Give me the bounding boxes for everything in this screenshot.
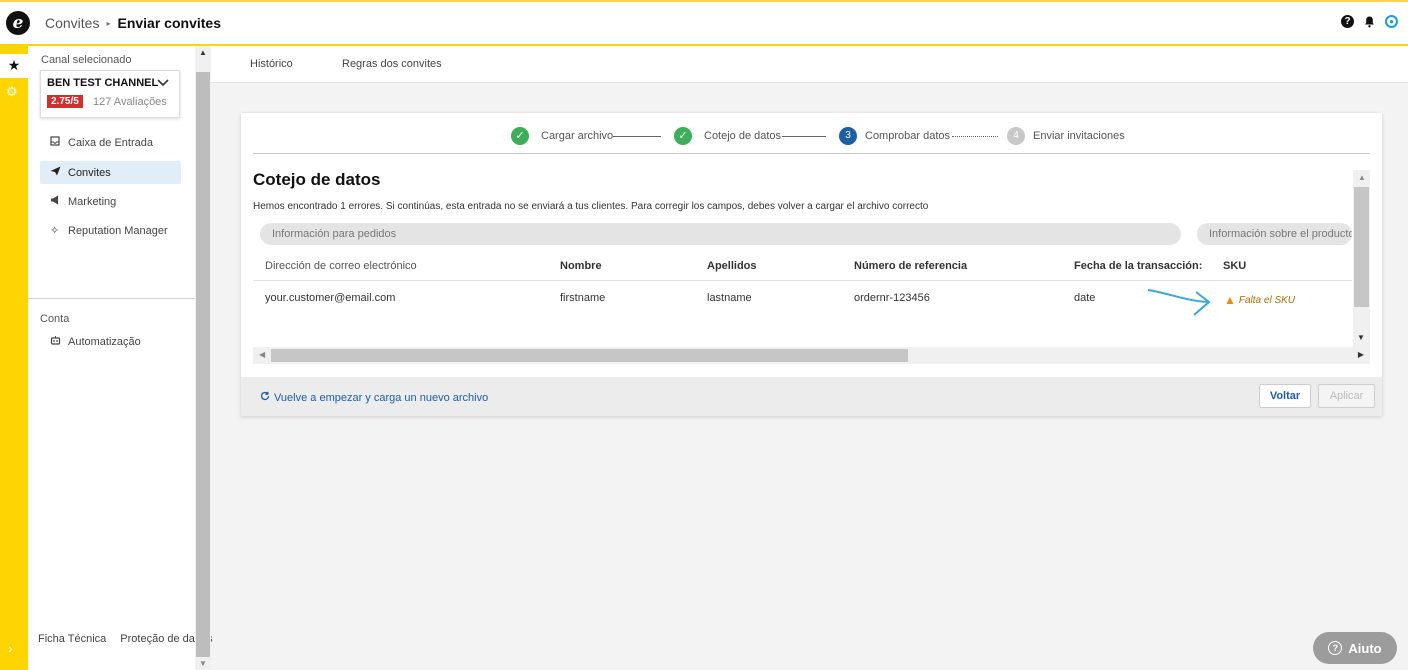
column-header-email: Dirección de correo electrónico xyxy=(265,260,417,272)
breadcrumb-current: Enviar convites xyxy=(117,15,221,31)
channel-selector[interactable]: BEN TEST CHANNEL 2.75/5 127 Avaliações xyxy=(40,70,180,118)
data-matching-card: ✓ Cargar archivo ✓ Cotejo de datos 3 Com… xyxy=(241,113,1382,416)
gear-icon[interactable]: ⚙ xyxy=(6,84,18,100)
breadcrumb-separator-icon: ▸ xyxy=(106,18,111,28)
trustpilot-logo[interactable]: e xyxy=(6,11,30,35)
left-rail: ★ ⚙ › xyxy=(0,46,28,670)
score-badge: 2.75/5 xyxy=(47,95,83,108)
restart-link[interactable]: Vuelve a empezar y carga un nuevo archiv… xyxy=(260,391,488,404)
robot-icon xyxy=(50,335,68,349)
scroll-down-icon[interactable]: ▼ xyxy=(1357,333,1365,342)
bell-icon[interactable] xyxy=(1363,15,1376,28)
sparkle-icon: ✧ xyxy=(50,225,60,237)
step-label: Cargar archivo xyxy=(541,130,614,142)
restart-label: Vuelve a empezar y carga un nuevo archiv… xyxy=(274,391,489,404)
step-number: 3 xyxy=(839,127,857,145)
sidebar-item-label: Marketing xyxy=(68,195,117,208)
tabs-bar: Histórico Regras dos convites xyxy=(211,46,1408,83)
sidebar-item-label: Convites xyxy=(68,166,111,179)
check-icon: ✓ xyxy=(511,127,529,145)
sku-warning: ▲ Falta el SKU xyxy=(1224,293,1295,307)
step-connector xyxy=(782,136,826,137)
scrollbar-thumb[interactable] xyxy=(271,349,908,362)
paper-plane-icon xyxy=(50,166,68,179)
annotation-arrow-icon xyxy=(1147,289,1211,316)
sidebar-item-reputation-manager[interactable]: ✧ Reputation Manager xyxy=(40,219,181,242)
sidebar-item-label: Caixa de Entrada xyxy=(68,136,153,149)
error-message: Hemos encontrado 1 errores. Si continúas… xyxy=(253,201,929,212)
sidebar-item-marketing[interactable]: Marketing xyxy=(40,190,181,213)
sidebar-item-convites[interactable]: Convites xyxy=(40,161,181,184)
tab-historico[interactable]: Histórico xyxy=(250,58,293,70)
inbox-icon xyxy=(50,136,68,149)
refresh-icon xyxy=(260,391,270,404)
column-header-nombre: Nombre xyxy=(560,260,602,272)
breadcrumb: Convites ▸ Enviar convites xyxy=(45,15,221,31)
sidebar-footer: Ficha Técnica Proteção de dados xyxy=(38,633,213,645)
check-icon: ✓ xyxy=(674,127,692,145)
group-header-orders: Información para pedidos xyxy=(260,223,1181,245)
channel-name: BEN TEST CHANNEL xyxy=(47,77,159,89)
step-number: 4 xyxy=(1007,127,1025,145)
sku-warning-text: Falta el SKU xyxy=(1238,294,1296,306)
sidebar-item-automatizacao[interactable]: Automatização xyxy=(40,330,181,353)
question-icon: ? xyxy=(1328,641,1343,655)
sidebar-item-inbox[interactable]: Caixa de Entrada xyxy=(40,131,181,154)
column-header-reference: Número de referencia xyxy=(854,260,968,272)
sidebar-item-label: Automatização xyxy=(68,335,141,348)
column-header-apellidos: Apellidos xyxy=(707,260,757,272)
chevron-down-icon[interactable] xyxy=(157,76,169,90)
step-label: Cotejo de datos xyxy=(704,130,782,142)
table-vertical-scrollbar[interactable]: ▲ xyxy=(1353,170,1370,347)
table-horizontal-scrollbar[interactable]: ◀ ▶ xyxy=(253,347,1370,364)
cell-date: date xyxy=(1074,292,1096,304)
warning-icon: ▲ xyxy=(1224,293,1236,307)
breadcrumb-parent[interactable]: Convites xyxy=(45,15,99,31)
cell-nombre: firstname xyxy=(560,292,606,304)
selected-channel-caption: Canal selecionado xyxy=(41,54,132,66)
help-button-label: Aiuto xyxy=(1348,640,1382,656)
scroll-down-icon[interactable]: ▼ xyxy=(199,659,207,668)
scroll-up-icon[interactable]: ▲ xyxy=(199,48,207,57)
cell-email: your.customer@email.com xyxy=(265,292,396,304)
step-label: Enviar invitaciones xyxy=(1033,130,1125,142)
stepper: ✓ Cargar archivo ✓ Cotejo de datos 3 Com… xyxy=(253,125,1370,154)
cell-reference: ordernr-123456 xyxy=(854,292,930,304)
sidebar-scrollbar[interactable]: ▲ ▼ xyxy=(195,46,211,670)
ficha-tecnica-link[interactable]: Ficha Técnica xyxy=(38,633,106,645)
page-title: Cotejo de datos xyxy=(253,170,381,189)
star-icon[interactable]: ★ xyxy=(0,54,28,78)
section-conta-heading: Conta xyxy=(40,313,70,325)
top-icons: ? ● xyxy=(1341,15,1398,28)
cell-apellidos: lastname xyxy=(707,292,752,304)
help-button[interactable]: ? Aiuto xyxy=(1313,632,1397,664)
user-icon[interactable]: ● xyxy=(1385,15,1398,28)
top-bar: e Convites ▸ Enviar convites ? ● xyxy=(0,0,1408,46)
column-header-date: Fecha de la transacción: xyxy=(1074,260,1203,272)
apply-button[interactable]: Aplicar xyxy=(1318,384,1375,408)
megaphone-icon xyxy=(50,195,68,208)
chevron-right-icon[interactable]: › xyxy=(8,640,13,656)
step-connector xyxy=(613,136,661,137)
scroll-right-icon[interactable]: ▶ xyxy=(1358,350,1364,359)
back-button[interactable]: Voltar xyxy=(1259,384,1311,408)
card-footer: Vuelve a empezar y carga un nuevo archiv… xyxy=(241,377,1382,416)
step-connector xyxy=(952,136,998,137)
scrollbar-thumb[interactable] xyxy=(196,72,210,657)
sidebar-item-label: Reputation Manager xyxy=(68,224,168,237)
reviews-count: 127 Avaliações xyxy=(93,96,167,108)
scroll-up-icon[interactable]: ▲ xyxy=(1358,173,1366,182)
scrollbar-thumb[interactable] xyxy=(1354,187,1369,307)
sidebar-divider xyxy=(28,298,195,299)
step-label: Comprobar datos xyxy=(865,130,950,142)
sidebar: Canal selecionado BEN TEST CHANNEL 2.75/… xyxy=(28,46,213,670)
column-header-sku: SKU xyxy=(1223,260,1247,272)
scroll-left-icon[interactable]: ◀ xyxy=(259,350,265,359)
help-icon[interactable]: ? xyxy=(1341,15,1354,28)
table-divider xyxy=(253,280,1352,281)
tab-regras[interactable]: Regras dos convites xyxy=(342,58,442,70)
group-header-product: Información sobre el producto xyxy=(1197,223,1352,245)
